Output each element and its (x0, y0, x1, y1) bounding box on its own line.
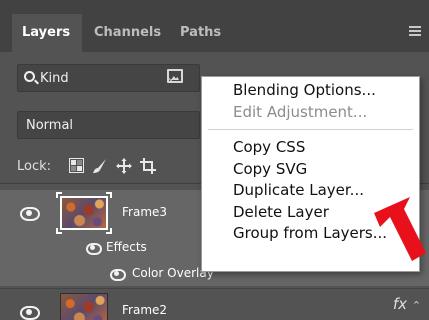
pointer-arrow-icon (374, 197, 426, 261)
blend-mode-label: Normal (26, 118, 74, 133)
tab-channels[interactable]: Channels (84, 14, 166, 52)
thumbnail-corner (106, 192, 112, 198)
lock-transparent-pixels-icon[interactable] (68, 158, 84, 174)
thumbnail-corner (56, 228, 62, 234)
tab-bar: Layers Channels Paths (0, 0, 429, 52)
menu-separator (208, 129, 413, 130)
layer-row-frame2[interactable]: Frame2 fx ⌃ (0, 288, 429, 320)
lock-image-pixels-icon[interactable] (92, 158, 108, 174)
effects-label: Effects (106, 240, 147, 254)
layer-name: Frame2 (122, 303, 168, 317)
eye-icon[interactable] (110, 269, 126, 281)
layer-name: Frame3 (122, 205, 168, 219)
eye-icon[interactable] (20, 207, 40, 221)
eye-icon[interactable] (20, 306, 40, 320)
eye-icon[interactable] (86, 243, 102, 255)
menu-item-copy-svg[interactable]: Copy SVG (202, 159, 419, 181)
image-filter-icon[interactable] (167, 69, 183, 83)
thumbnail-corner (106, 228, 112, 234)
layer-thumbnail (60, 196, 108, 230)
thumbnail-corner (56, 192, 62, 198)
layer-thumbnail (60, 293, 108, 320)
filter-kind-label: Kind (40, 71, 69, 86)
lock-artboard-icon[interactable] (140, 158, 156, 174)
menu-item-blending-options[interactable]: Blending Options... (202, 80, 419, 102)
tab-paths[interactable]: Paths (170, 14, 226, 52)
chevron-up-icon[interactable]: ⌃ (412, 299, 421, 312)
menu-item-copy-css[interactable]: Copy CSS (202, 137, 419, 159)
lock-position-icon[interactable] (116, 158, 132, 174)
blend-mode-select[interactable]: Normal (17, 111, 200, 139)
fx-label[interactable]: fx (393, 295, 407, 313)
menu-item-edit-adjustment: Edit Adjustment... (233, 102, 368, 121)
lock-label: Lock: (17, 159, 52, 174)
search-icon (24, 71, 35, 82)
tab-layers[interactable]: Layers (12, 14, 82, 52)
panel-menu-icon[interactable] (409, 26, 421, 36)
